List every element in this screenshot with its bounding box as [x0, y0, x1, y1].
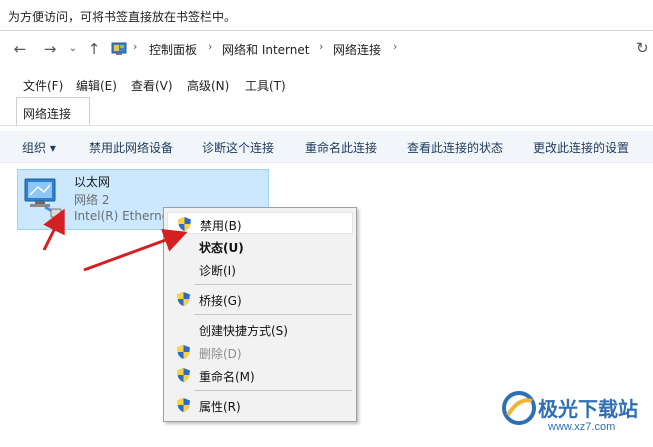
annotation-arrow-icon: [83, 228, 188, 272]
watermark: 极光下载站 www.xz7.com: [500, 385, 650, 445]
watermark-title: 极光下载站: [538, 399, 638, 421]
watermark-logo-icon: [502, 391, 536, 425]
annotation-arrows: [42, 208, 188, 272]
annotation-arrow-icon: [42, 208, 65, 251]
watermark-url: www.xz7.com: [548, 421, 616, 433]
